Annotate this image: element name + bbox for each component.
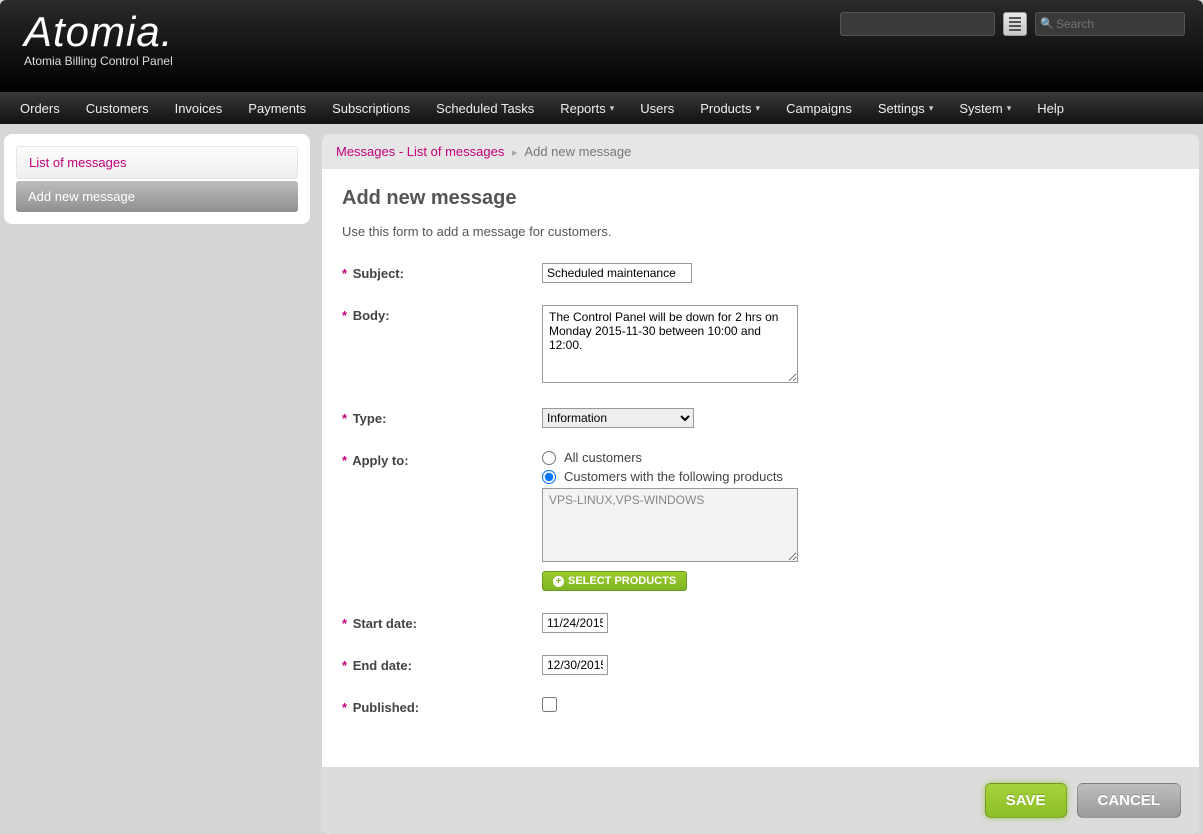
- end-date-input[interactable]: [542, 655, 608, 675]
- main-nav: Orders Customers Invoices Payments Subsc…: [0, 92, 1203, 124]
- nav-settings[interactable]: Settings▾: [878, 101, 934, 116]
- nav-products[interactable]: Products▾: [700, 101, 760, 116]
- subject-label: * Subject:: [342, 263, 542, 281]
- nav-help[interactable]: Help: [1037, 101, 1064, 116]
- nav-system[interactable]: System▾: [959, 101, 1011, 116]
- published-checkbox[interactable]: [542, 697, 557, 712]
- chevron-down-icon: ▾: [929, 103, 934, 114]
- published-label: * Published:: [342, 697, 542, 715]
- sidebar-item-add-message[interactable]: Add new message: [16, 181, 298, 212]
- chevron-down-icon: ▾: [610, 103, 615, 114]
- apply-products-label: Customers with the following products: [564, 469, 783, 484]
- type-label: * Type:: [342, 408, 542, 426]
- nav-customers[interactable]: Customers: [86, 101, 149, 116]
- body-label: * Body:: [342, 305, 542, 323]
- breadcrumb-sep-icon: ▸: [512, 147, 518, 159]
- nav-users[interactable]: Users: [640, 101, 674, 116]
- nav-reports[interactable]: Reports▾: [560, 101, 614, 116]
- apply-all-label: All customers: [564, 450, 642, 465]
- brand-name: Atomia.: [24, 8, 173, 56]
- main-panel: Messages - List of messages ▸ Add new me…: [322, 134, 1199, 834]
- save-button[interactable]: SAVE: [985, 783, 1067, 818]
- header-search-area: 🔍: [840, 12, 1185, 36]
- nav-scheduled-tasks[interactable]: Scheduled Tasks: [436, 101, 534, 116]
- chevron-down-icon: ▾: [756, 103, 761, 114]
- list-icon[interactable]: [1003, 12, 1027, 36]
- nav-invoices[interactable]: Invoices: [175, 101, 223, 116]
- nav-payments[interactable]: Payments: [248, 101, 306, 116]
- cancel-button[interactable]: CANCEL: [1077, 783, 1182, 818]
- search-icon: 🔍: [1040, 17, 1052, 29]
- logo: Atomia. Atomia Billing Control Panel: [24, 8, 173, 68]
- apply-to-label: * Apply to:: [342, 450, 542, 468]
- apply-all-radio[interactable]: [542, 451, 556, 465]
- products-textarea[interactable]: VPS-LINUX,VPS-WINDOWS: [542, 488, 798, 562]
- apply-products-radio[interactable]: [542, 470, 556, 484]
- end-date-label: * End date:: [342, 655, 542, 673]
- sidebar: List of messages Add new message: [4, 134, 310, 224]
- start-date-label: * Start date:: [342, 613, 542, 631]
- sidebar-item-list-messages[interactable]: List of messages: [16, 146, 298, 179]
- brand-tagline: Atomia Billing Control Panel: [24, 54, 173, 68]
- nav-subscriptions[interactable]: Subscriptions: [332, 101, 410, 116]
- select-products-button[interactable]: + SELECT PRODUCTS: [542, 571, 687, 591]
- start-date-input[interactable]: [542, 613, 608, 633]
- footer-actions: SAVE CANCEL: [322, 767, 1199, 834]
- breadcrumb-link[interactable]: Messages - List of messages: [336, 144, 504, 159]
- sidebar-item-label: List of messages: [29, 155, 127, 170]
- page-title: Add new message: [342, 187, 1179, 210]
- app-header: Atomia. Atomia Billing Control Panel 🔍: [0, 0, 1203, 92]
- header-search-input[interactable]: [1035, 12, 1185, 36]
- nav-campaigns[interactable]: Campaigns: [786, 101, 852, 116]
- subject-input[interactable]: [542, 263, 692, 283]
- plus-icon: +: [553, 576, 564, 587]
- chevron-down-icon: ▾: [1007, 103, 1012, 114]
- breadcrumb: Messages - List of messages ▸ Add new me…: [322, 134, 1199, 169]
- page-description: Use this form to add a message for custo…: [342, 224, 1179, 239]
- type-select[interactable]: Information: [542, 408, 694, 428]
- header-search-wide[interactable]: [840, 12, 995, 36]
- body-textarea[interactable]: The Control Panel will be down for 2 hrs…: [542, 305, 798, 383]
- sidebar-item-label: Add new message: [28, 189, 135, 204]
- nav-orders[interactable]: Orders: [20, 101, 60, 116]
- breadcrumb-current: Add new message: [524, 144, 631, 159]
